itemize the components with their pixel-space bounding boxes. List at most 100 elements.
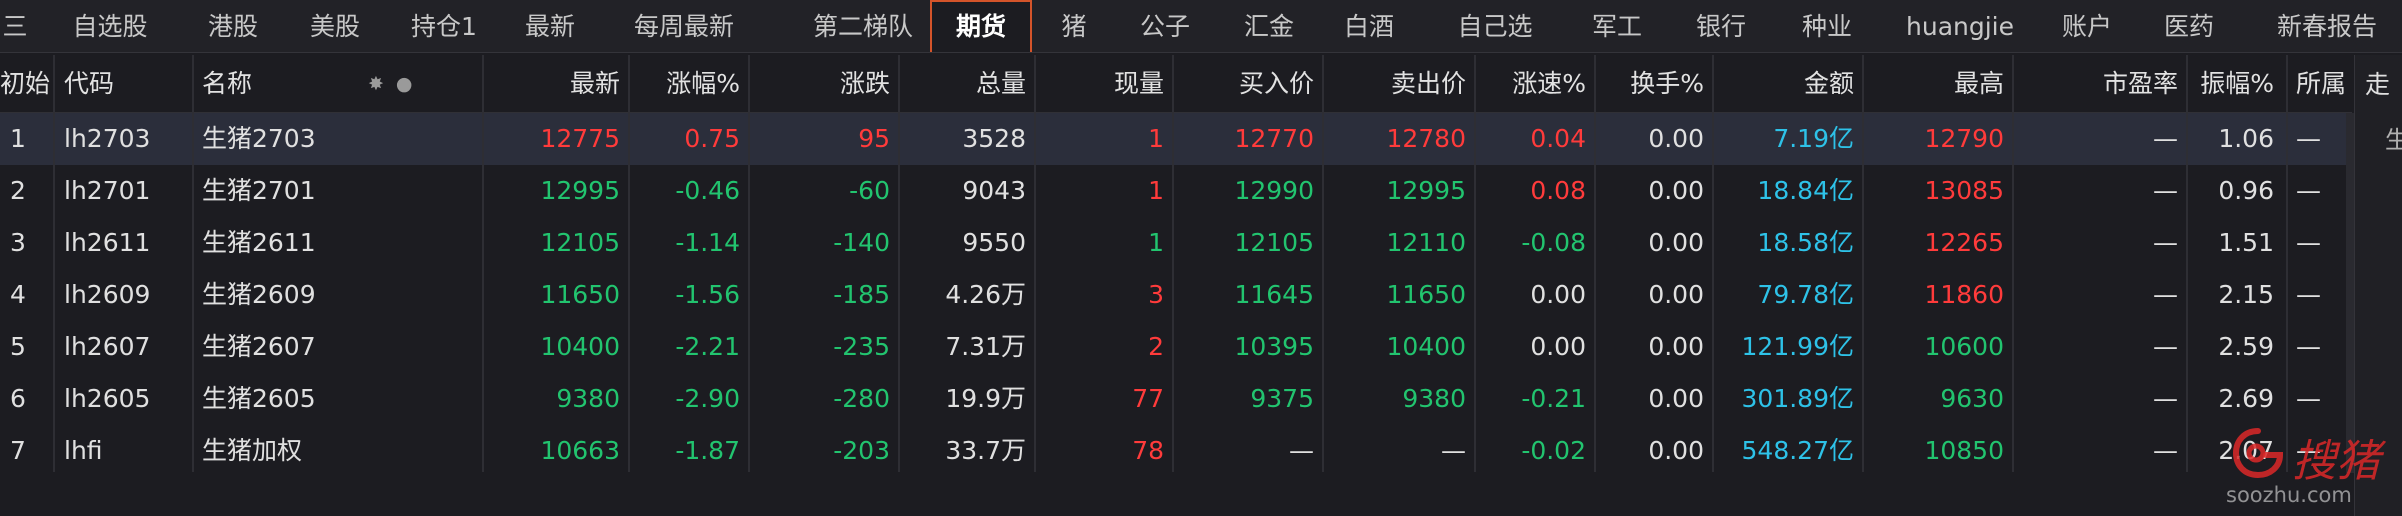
column-header-init[interactable]: 初始 (0, 55, 52, 113)
cell-init: 1 (10, 124, 26, 153)
cell-high: 11860 (1924, 280, 2004, 309)
column-header-current[interactable]: 现量 (1036, 55, 1174, 113)
column-header-volume[interactable]: 总量 (900, 55, 1036, 113)
cell-code: lh2701 (64, 176, 151, 205)
column-header-pe[interactable]: 市盈率 (2014, 55, 2188, 113)
cell-name: 生猪2609 (202, 280, 316, 309)
cell-current: 78 (1132, 436, 1164, 465)
cell-high: 10600 (1924, 332, 2004, 361)
cell-speed: 0.08 (1530, 176, 1586, 205)
tab-3[interactable]: 美股 (290, 0, 380, 52)
column-header-bid[interactable]: 买入价 (1174, 55, 1324, 113)
column-header-amplitude[interactable]: 振幅% (2188, 55, 2284, 113)
tab-9[interactable]: 猪 (1048, 0, 1100, 52)
column-divider (2286, 55, 2288, 472)
table-scrollbar[interactable] (2346, 113, 2354, 473)
tab-17[interactable]: huangjie (1895, 0, 2025, 52)
dot-icon[interactable]: ● (396, 55, 413, 113)
cell-pct: -1.14 (675, 228, 740, 257)
cell-bid: 12770 (1234, 124, 1314, 153)
watermark-text: 搜猪 (2292, 436, 2380, 487)
table-row[interactable]: 6 lh2605 生猪2605 9380 -2.90 -280 19.9万 77 9375 938… (0, 373, 2352, 425)
tab-20[interactable]: 新春报告 (2252, 0, 2402, 52)
tab-10[interactable]: 公子 (1120, 0, 1210, 52)
cell-belong: — (2296, 228, 2321, 257)
cell-bid: 12990 (1234, 176, 1314, 205)
cell-ask: 12780 (1386, 124, 1466, 153)
tab-0[interactable]: 三 (0, 0, 30, 52)
watermark-logo-icon (2232, 428, 2284, 479)
cell-init: 3 (10, 228, 26, 257)
column-divider (1862, 55, 1864, 472)
tab-1[interactable]: 自选股 (40, 0, 180, 52)
side-panel-title: 走 (2365, 70, 2391, 99)
cell-current: 1 (1148, 228, 1164, 257)
tab-6[interactable]: 每周最新 (604, 0, 764, 52)
tab-19[interactable]: 医药 (2144, 0, 2234, 52)
column-header-change[interactable]: 涨跌 (750, 55, 900, 113)
table-row[interactable]: 3 lh2611 生猪2611 12105 -1.14 -140 9550 1 12105 121… (0, 217, 2352, 269)
cell-pe: — (2153, 228, 2178, 257)
cell-ask: 11650 (1386, 280, 1466, 309)
column-header-pct[interactable]: 涨幅% (630, 55, 750, 113)
tab-11[interactable]: 汇金 (1224, 0, 1314, 52)
cell-latest: 10400 (540, 332, 620, 361)
tab-8[interactable]: 期货 (930, 0, 1032, 52)
column-header-belong[interactable]: 所属 (2290, 55, 2350, 113)
cell-name: 生猪2611 (202, 228, 316, 257)
column-header-ask[interactable]: 卖出价 (1324, 55, 1476, 113)
cell-bid: 12105 (1234, 228, 1314, 257)
cell-high: 12265 (1924, 228, 2004, 257)
column-divider (1474, 55, 1476, 472)
watchlist-tab-bar: 三自选股 港股 美股 持仓1 最新 每周最新 第二梯队 期货猪公子 汇金 白酒 自己选 军工 银行 种业 h… (0, 0, 2402, 53)
tab-7[interactable]: 第二梯队 (782, 0, 944, 52)
cell-turnover: 0.00 (1648, 332, 1704, 361)
tab-5[interactable]: 最新 (510, 0, 590, 52)
table-row[interactable]: 7 lhfi 生猪加权 10663 -1.87 -203 33.7万 78 — — -0.02 0.0… (0, 425, 2352, 477)
column-header-code[interactable]: 代码 (58, 55, 188, 113)
cell-change: -203 (833, 436, 890, 465)
cell-amplitude: 1.06 (2218, 124, 2274, 153)
tab-16[interactable]: 种业 (1782, 0, 1872, 52)
column-header-name[interactable]: 名称 (196, 55, 480, 113)
table-row[interactable]: 5 lh2607 生猪2607 10400 -2.21 -235 7.31万 2 10395 10… (0, 321, 2352, 373)
tab-4[interactable]: 持仓1 (394, 0, 494, 52)
tab-15[interactable]: 银行 (1676, 0, 1766, 52)
cell-name: 生猪2701 (202, 176, 316, 205)
column-header-speed[interactable]: 涨速% (1476, 55, 1596, 113)
tab-2[interactable]: 港股 (188, 0, 278, 52)
table-row[interactable]: 2 lh2701 生猪2701 12995 -0.46 -60 9043 1 12990 1299… (0, 165, 2352, 217)
cell-init: 5 (10, 332, 26, 361)
cell-name: 生猪2703 (202, 124, 316, 153)
column-header-high[interactable]: 最高 (1864, 55, 2014, 113)
tab-18[interactable]: 账户 (2042, 0, 2132, 52)
cell-latest: 11650 (540, 280, 620, 309)
cell-change: -235 (833, 332, 890, 361)
column-divider (1034, 55, 1036, 472)
cell-amount: 548.27亿 (1741, 436, 1854, 465)
tab-14[interactable]: 军工 (1572, 0, 1662, 52)
tab-12[interactable]: 白酒 (1324, 0, 1414, 52)
cell-volume: 3528 (962, 124, 1026, 153)
gear-star-icon[interactable]: ✸ (368, 55, 384, 113)
table-row[interactable]: 4 lh2609 生猪2609 11650 -1.56 -185 4.26万 3 11645 11… (0, 269, 2352, 321)
cell-volume: 19.9万 (945, 384, 1026, 413)
column-header-amount[interactable]: 金额 (1714, 55, 1864, 113)
cell-current: 1 (1148, 124, 1164, 153)
column-divider (898, 55, 900, 472)
table-row[interactable]: 1 lh2703 生猪2703 12775 0.75 95 3528 1 12770 12780 0… (0, 113, 2352, 165)
cell-code: lh2607 (64, 332, 151, 361)
cell-change: -140 (833, 228, 890, 257)
cell-amount: 121.99亿 (1741, 332, 1854, 361)
column-divider (482, 55, 484, 472)
column-header-turnover[interactable]: 换手% (1596, 55, 1714, 113)
cell-init: 6 (10, 384, 26, 413)
column-divider (2186, 55, 2188, 472)
cell-ask: 12995 (1386, 176, 1466, 205)
cell-amplitude: 2.69 (2218, 384, 2274, 413)
tab-13[interactable]: 自己选 (1440, 0, 1550, 52)
cell-amplitude: 2.15 (2218, 280, 2274, 309)
cell-belong: — (2296, 280, 2321, 309)
column-header-latest[interactable]: 最新 (484, 55, 630, 113)
cell-pe: — (2153, 436, 2178, 465)
